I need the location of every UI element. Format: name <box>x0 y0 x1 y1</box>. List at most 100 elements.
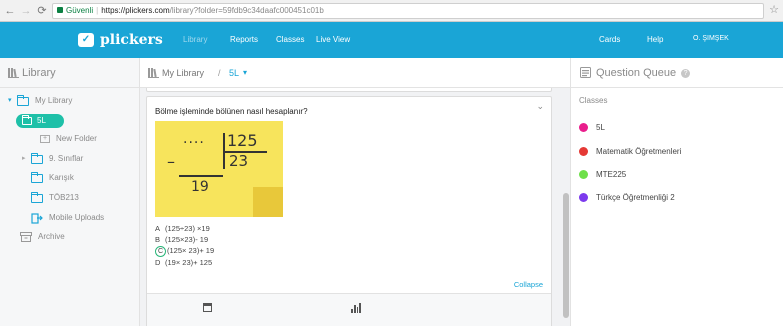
chevron-down-icon[interactable]: ⌄ <box>536 101 544 112</box>
library-books-icon <box>8 68 19 78</box>
option-letter: A <box>155 224 161 233</box>
answer-option-b: B (125×23)- 19 <box>155 234 208 245</box>
sidebar-header: Library <box>0 58 139 88</box>
sidebar-item-label: My Library <box>35 96 73 105</box>
logo[interactable]: ✓ plickers <box>78 31 163 49</box>
image-dots: ···· <box>183 135 205 151</box>
collapse-link[interactable]: Collapse <box>514 280 543 289</box>
calendar-icon[interactable] <box>203 303 212 312</box>
sticky-note-curl <box>253 187 283 217</box>
class-item-5l[interactable]: 5L <box>579 121 605 133</box>
app-header: ✓ plickers Library Reports Classes Live … <box>0 22 783 58</box>
reload-icon[interactable]: ⟳ <box>36 5 48 17</box>
help-icon[interactable]: ? <box>681 69 691 78</box>
class-name: MTE225 <box>596 169 627 179</box>
class-item-mte225[interactable]: MTE225 <box>579 168 626 180</box>
sidebar-item-9-siniflar[interactable]: ▸ 9. Sınıflar <box>22 152 83 166</box>
caret-right-icon[interactable]: ▸ <box>22 152 28 166</box>
queue-title: Question Queue? <box>596 67 691 79</box>
sidebar-item-label: Mobile Uploads <box>49 213 105 222</box>
image-dividend: 125 <box>227 131 258 150</box>
archive-icon <box>20 232 32 242</box>
sidebar-item-label: 9. Sınıflar <box>49 154 84 163</box>
sidebar-item-label: New Folder <box>56 134 97 143</box>
library-books-icon <box>148 68 159 78</box>
logo-icon: ✓ <box>78 33 94 47</box>
sidebar-item-tob213[interactable]: TÖB213 <box>31 191 79 205</box>
question-queue-panel: Question Queue? Classes 5L Matematik Öğr… <box>570 58 783 326</box>
forward-arrow-icon[interactable]: → <box>20 5 32 17</box>
answer-option-c: C (125× 23)+ 19 <box>155 245 215 257</box>
breadcrumb-divider: / <box>218 68 221 78</box>
option-text: (19× 23)+ 125 <box>165 258 213 267</box>
class-name: Türkçe Öğretmenliği 2 <box>596 192 675 202</box>
nav-classes[interactable]: Classes <box>276 35 304 44</box>
scrollbar[interactable] <box>562 88 570 326</box>
sidebar-item-mobile-uploads[interactable]: Mobile Uploads <box>31 211 104 225</box>
image-minus: – <box>167 152 175 171</box>
breadcrumb: My Library / 5L ▾ <box>140 58 570 88</box>
nav-live-view[interactable]: Live View <box>316 35 350 44</box>
card-footer <box>147 293 551 326</box>
folder-icon <box>31 191 43 203</box>
mobile-upload-icon <box>31 212 43 224</box>
address-bar[interactable]: Güvenli | https://plickers.com/library?fol… <box>52 3 764 19</box>
breadcrumb-current[interactable]: 5L <box>229 68 239 78</box>
option-text: (125÷23) ×19 <box>165 224 210 233</box>
breadcrumb-root[interactable]: My Library <box>162 68 204 78</box>
class-item-turkce[interactable]: Türkçe Öğretmenliği 2 <box>579 191 675 203</box>
logo-text: plickers <box>100 32 163 48</box>
scrollbar-thumb[interactable] <box>563 193 569 318</box>
class-color-dot <box>579 122 588 132</box>
image-divisor: 23 <box>229 152 249 170</box>
nav-help[interactable]: Help <box>647 35 663 44</box>
lock-icon <box>57 7 63 13</box>
class-color-dot <box>579 192 588 202</box>
secure-label: Güvenli <box>66 6 94 15</box>
url-divider: | <box>96 6 99 15</box>
caret-down-icon[interactable]: ▾ <box>8 94 14 108</box>
answer-option-a: A (125÷23) ×19 <box>155 223 210 234</box>
sidebar-item-label: Archive <box>38 232 65 241</box>
nav-user-menu[interactable]: O. ŞIMŞEK <box>693 35 729 42</box>
sidebar-item-5l[interactable]: 5L <box>16 114 64 128</box>
sidebar-item-my-library[interactable]: ▾ My Library <box>8 94 72 108</box>
add-folder-icon: + <box>40 135 50 143</box>
queue-title-text: Question Queue <box>596 67 677 79</box>
back-arrow-icon[interactable]: ← <box>4 5 16 17</box>
question-text: Bölme işleminde bölünen nasıl hesaplanır… <box>155 107 308 116</box>
image-remainder: 19 <box>191 179 209 195</box>
folder-icon <box>31 152 43 164</box>
nav-cards[interactable]: Cards <box>599 35 620 44</box>
sidebar-title: Library <box>22 67 56 79</box>
option-letter: B <box>155 235 161 244</box>
nav-reports[interactable]: Reports <box>230 35 258 44</box>
class-color-dot <box>579 169 588 179</box>
sidebar-item-karisik[interactable]: Karışık <box>31 171 74 185</box>
option-text: (125× 23)+ 19 <box>167 246 215 255</box>
sidebar-item-label: 5L <box>37 116 46 125</box>
sidebar-item-archive[interactable]: Archive <box>20 230 65 244</box>
class-name: Matematik Öğretmenleri <box>596 146 682 156</box>
folder-icon <box>22 115 32 125</box>
chevron-down-icon[interactable]: ▾ <box>243 68 247 77</box>
option-letter: D <box>155 258 161 267</box>
browser-toolbar: ← → ⟳ Güvenli | https://plickers.com/libra… <box>0 0 783 22</box>
previous-card-edge <box>146 88 552 92</box>
url-path: /library?folder=59fdb9c34daafc000451c01b <box>169 6 324 15</box>
main-content: My Library / 5L ▾ Bölme işleminde bölüne… <box>140 58 570 326</box>
folder-icon <box>17 94 29 106</box>
question-image: ···· 125 – 23 19 <box>155 121 283 217</box>
class-item-matematik[interactable]: Matematik Öğretmenleri <box>579 145 681 157</box>
sidebar-item-label: TÖB213 <box>49 193 79 202</box>
correct-answer-marker: C <box>155 246 166 257</box>
queue-header: Question Queue? <box>571 58 783 88</box>
sidebar-item-new-folder[interactable]: + New Folder <box>40 132 97 146</box>
nav-library[interactable]: Library <box>183 35 207 44</box>
url-host: https://plickers.com <box>101 6 170 15</box>
bar-chart-icon[interactable] <box>351 303 361 313</box>
classes-label: Classes <box>579 96 608 105</box>
class-name: 5L <box>596 122 605 132</box>
question-card[interactable]: Bölme işleminde bölünen nasıl hesaplanır… <box>146 96 552 326</box>
star-icon[interactable]: ☆ <box>769 4 779 16</box>
